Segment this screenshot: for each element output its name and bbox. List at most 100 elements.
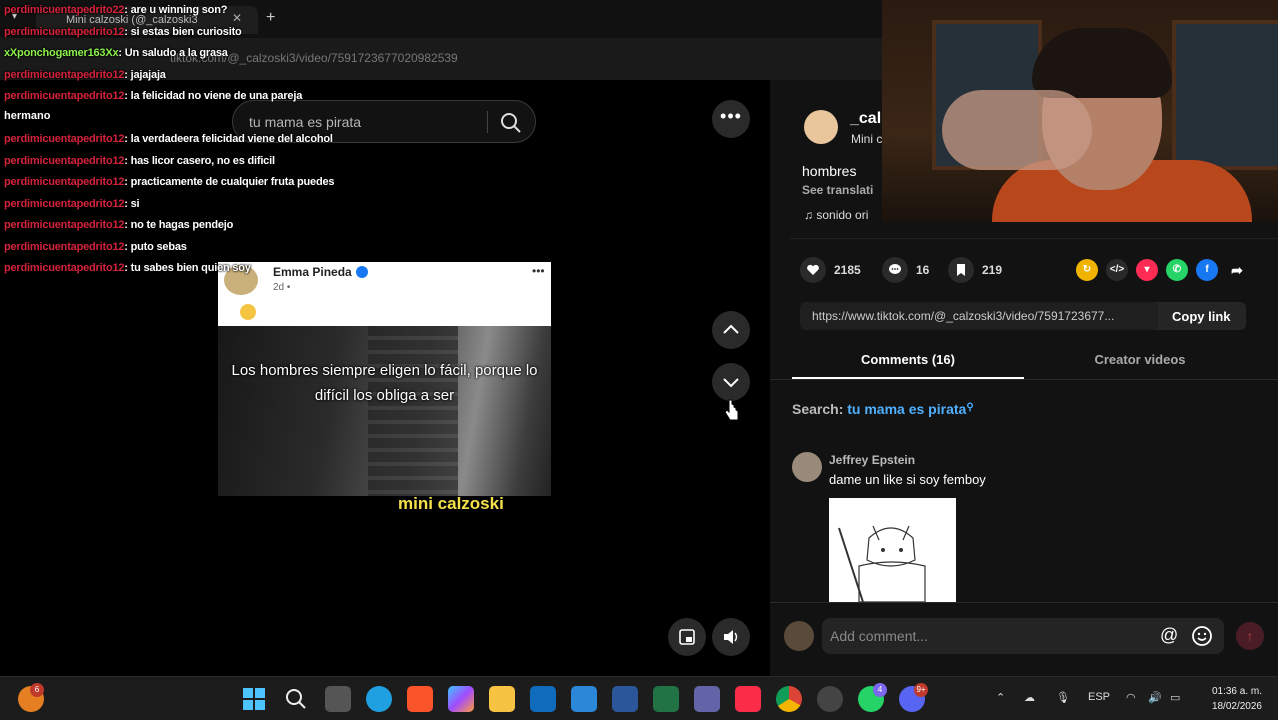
pip-button[interactable] <box>668 618 706 656</box>
chat-username: perdimicuentapedrito22 <box>4 4 125 16</box>
apple-music-icon[interactable] <box>735 686 761 712</box>
video-scene <box>218 326 551 496</box>
speaker-icon <box>724 630 738 644</box>
settings-icon[interactable] <box>817 686 843 712</box>
divider <box>790 238 1278 239</box>
clock-time: 01:36 a. m. <box>1211 686 1262 697</box>
chat-message: perdimicuentapedrito12: jajajaja <box>4 69 304 91</box>
clock[interactable]: 01:36 a. m. 18/02/2026 <box>1198 684 1262 714</box>
brave-icon[interactable] <box>407 686 433 712</box>
microphone-icon[interactable]: 🎙 <box>1056 691 1070 704</box>
start-icon[interactable] <box>241 686 267 712</box>
commenter-avatar[interactable] <box>792 452 822 482</box>
share-arrow-icon[interactable]: ➦ <box>1226 259 1248 281</box>
outlook-icon[interactable] <box>530 686 556 712</box>
embed-icon[interactable]: </> <box>1106 259 1128 281</box>
chat-text: : no te hagas pendejo <box>124 219 234 231</box>
chat-message: perdimicuentapedrito12: la verdadeera fe… <box>4 133 333 155</box>
divider <box>770 602 1278 603</box>
save-count: 219 <box>982 263 1003 277</box>
chat-username: perdimicuentapedrito12 <box>4 25 125 38</box>
author-nickname: Mini c <box>851 132 883 146</box>
teams-icon[interactable] <box>694 686 720 712</box>
chat-message: perdimicuentapedrito12: practicamente de… <box>4 176 335 198</box>
chat-text: : si estas bien curiosito <box>124 25 242 38</box>
commenter-name[interactable]: Jeffrey Epstein <box>829 453 915 467</box>
calendar-icon[interactable] <box>571 686 597 712</box>
video-link[interactable]: https://www.tiktok.com/@_calzoski3/video… <box>812 309 1157 323</box>
chrome-icon[interactable] <box>776 686 802 712</box>
edge-icon[interactable] <box>366 686 392 712</box>
post-more-icon: ••• <box>532 264 545 278</box>
next-video-button[interactable] <box>712 363 750 401</box>
search-icon[interactable] <box>283 686 309 712</box>
emoji-picker-icon[interactable] <box>1191 625 1213 647</box>
wifi-icon[interactable]: ◠ <box>1126 691 1136 704</box>
author-name[interactable]: _cal <box>850 110 881 128</box>
chat-message: perdimicuentapedrito12: tu sabes bien qu… <box>4 262 304 284</box>
picture-in-picture-icon <box>679 629 695 645</box>
add-comment-input[interactable]: Add comment... @ <box>822 618 1224 654</box>
verified-icon <box>355 266 368 278</box>
volume-button[interactable] <box>712 618 750 656</box>
chat-text: : puto sebas <box>124 240 187 253</box>
author-avatar[interactable] <box>804 110 838 144</box>
facebook-icon[interactable]: f <box>1196 259 1218 281</box>
send-to-friends-icon[interactable]: ▾ <box>1136 259 1158 281</box>
chat-message: perdimicuentapedrito12: puto sebas <box>4 241 304 263</box>
chat-username: perdimicuentapedrito12 <box>4 240 125 253</box>
heart-icon <box>807 264 819 275</box>
copy-link-button[interactable]: Copy link <box>1158 302 1246 330</box>
chevron-up-icon[interactable]: ⌃ <box>996 691 1005 704</box>
cabinet-image <box>1172 20 1278 170</box>
comment-search-suggestion[interactable]: Search: tu mama es pirata⚲ <box>792 401 974 417</box>
tab-comments[interactable]: Comments (16) <box>792 352 1024 378</box>
more-options-button[interactable]: ••• <box>712 100 750 138</box>
chat-text: : has licor casero, no es dificil <box>124 154 275 167</box>
bookmark-icon <box>957 264 965 276</box>
whatsapp-icon[interactable]: ✆ <box>1166 259 1188 281</box>
chat-text: : si <box>124 197 140 210</box>
video-player[interactable]: Emma Pineda 2d • ••• Los hombres siempre… <box>218 262 551 676</box>
tab-creator-videos[interactable]: Creator videos <box>1024 352 1256 367</box>
chat-text: : Un saludo a la grasa <box>118 47 228 59</box>
onedrive-icon[interactable]: ☁ <box>1024 691 1035 704</box>
chat-text: : are u winning son? <box>124 4 228 16</box>
chat-username: perdimicuentapedrito12 <box>4 133 125 145</box>
search-icon[interactable] <box>499 111 523 135</box>
chevron-down-icon <box>723 378 739 388</box>
file-explorer-icon[interactable] <box>489 686 515 712</box>
excel-icon[interactable] <box>653 686 679 712</box>
chat-message: perdimicuentapedrito12: si <box>4 198 304 220</box>
comment-text: dame un like si soy femboy <box>829 472 986 487</box>
comment-image[interactable] <box>829 498 956 602</box>
previous-video-button[interactable] <box>712 311 750 349</box>
sketch-image <box>838 525 926 602</box>
notification-badge: 9+ <box>914 683 928 697</box>
chat-username: perdimicuentapedrito12 <box>4 68 125 81</box>
repost-icon[interactable]: ↻ <box>1076 259 1098 281</box>
chat-username: perdimicuentapedrito12 <box>4 219 125 231</box>
video-description: hombres <box>802 163 857 179</box>
copilot-icon[interactable] <box>448 686 474 712</box>
chat-text: : practicamente de cualquier fruta puede… <box>124 176 335 188</box>
chat-text: : la felicidad no viene de una pareja <box>124 90 303 102</box>
battery-icon[interactable]: ▭ <box>1170 691 1180 704</box>
sound-link[interactable]: ♫ sonido ori <box>804 208 868 222</box>
task-view-icon[interactable] <box>325 686 351 712</box>
post-comment-button[interactable]: ↑ <box>1236 622 1264 650</box>
chat-message: perdimicuentapedrito22: are u winning so… <box>4 4 304 26</box>
windows-taskbar: 6 4 9+ ⌃ ☁ 🎙 ESP ◠ 🔊 ▭ 01:36 a. m. 18/02… <box>0 676 1278 720</box>
volume-icon[interactable]: 🔊 <box>1148 691 1162 704</box>
chat-message: xXponchogamer163Xx: Un saludo a la grasa <box>4 47 304 69</box>
chevron-up-icon <box>723 324 739 334</box>
word-icon[interactable] <box>612 686 638 712</box>
chat-message: perdimicuentapedrito12: si estas bien cu… <box>4 26 304 48</box>
chat-username: perdimicuentapedrito12 <box>4 262 125 274</box>
comment-icon <box>889 264 901 274</box>
my-avatar <box>784 621 814 651</box>
search-divider <box>487 111 488 133</box>
mention-icon[interactable]: @ <box>1160 625 1178 646</box>
see-translation-link[interactable]: See translati <box>802 183 873 197</box>
language-indicator[interactable]: ESP <box>1088 691 1110 703</box>
